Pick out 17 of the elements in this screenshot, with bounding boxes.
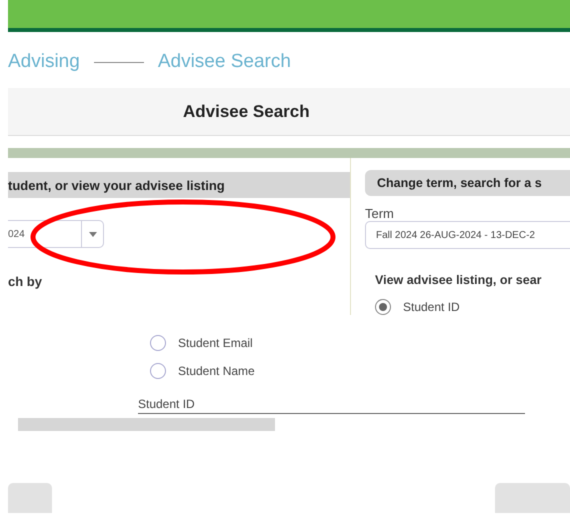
page-title: Advisee Search <box>183 102 310 122</box>
panel-heading: tudent, or view your advisee listing <box>8 172 350 198</box>
search-by-label: ch by <box>8 274 43 289</box>
radio-button[interactable] <box>150 335 166 351</box>
radio-button[interactable] <box>375 299 391 315</box>
listing-label: View advisee listing, or sear <box>374 273 543 287</box>
radio-label: Student ID <box>403 300 460 314</box>
caret-icon <box>88 232 96 236</box>
student-id-field[interactable]: Student ID <box>138 397 525 414</box>
term-label: Term <box>365 206 395 221</box>
panel-heading: Change term, search for a s <box>365 170 570 196</box>
radio-label: Student Name <box>178 364 255 378</box>
radio-button[interactable] <box>150 363 166 379</box>
term-select[interactable]: 024 <box>8 220 104 248</box>
term-select[interactable]: Fall 2024 26-AUG-2024 - 13-DEC-2 <box>365 221 570 249</box>
breadcrumb-current: Advisee Search <box>158 51 291 73</box>
radio-label: Student Email <box>178 336 253 350</box>
